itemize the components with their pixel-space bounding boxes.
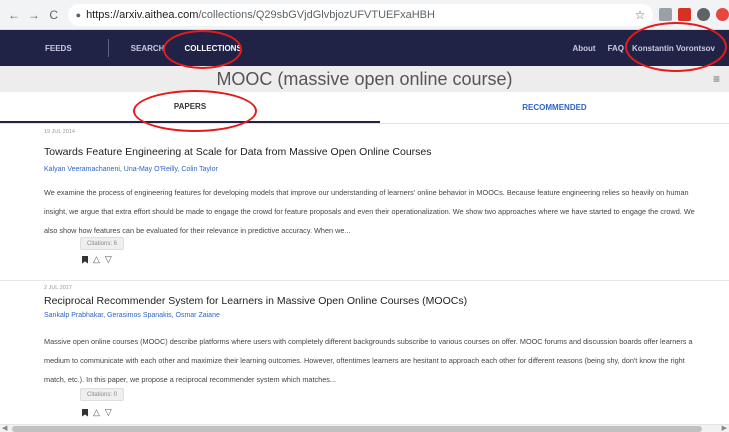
settings-sliders-icon[interactable]: ≡: [713, 72, 720, 86]
paper-abstract: We examine the process of engineering fe…: [44, 188, 695, 235]
opera-icon[interactable]: [716, 8, 729, 21]
scroll-left-icon[interactable]: ◀: [2, 424, 7, 432]
nav-divider: [107, 39, 109, 57]
extension-icon[interactable]: [659, 8, 673, 21]
address-bar[interactable]: ● https://arxiv.aithea.com/collections/Q…: [67, 3, 654, 26]
paper-abstract: Massive open online courses (MOOC) descr…: [44, 337, 693, 384]
collection-title: MOOC (massive open online course): [216, 68, 513, 89]
lock-icon: ●: [75, 9, 82, 20]
browser-toolbar: ← → C ● https://arxiv.aithea.com/collect…: [0, 0, 729, 30]
nav-search[interactable]: SEARCH: [121, 44, 175, 53]
paper-authors[interactable]: Sankalp Prabhakar, Gerasimos Spanakis, O…: [44, 312, 220, 319]
back-arrow-icon[interactable]: ←: [6, 7, 22, 23]
bookmark-icon[interactable]: [82, 408, 88, 417]
thumbs-down-icon[interactable]: ▽: [105, 255, 112, 264]
paper-title[interactable]: Towards Feature Engineering at Scale for…: [44, 146, 432, 158]
nav-collections[interactable]: COLLECTIONS: [174, 44, 251, 53]
reload-icon[interactable]: C: [46, 7, 62, 23]
url-path: /collections/Q29sbGVjdGlvbjozUFVTUEFxaHB…: [198, 8, 435, 21]
paper-actions: △ ▽: [82, 408, 112, 417]
horizontal-scrollbar[interactable]: ◀ ▶: [0, 424, 729, 432]
extension-icon[interactable]: [678, 8, 692, 21]
forward-arrow-icon[interactable]: →: [26, 7, 42, 23]
tab-recommended[interactable]: RECOMMENDED: [380, 92, 729, 123]
tab-papers[interactable]: PAPERS: [0, 92, 380, 123]
paper-date: 19 JUL 2014: [44, 129, 75, 135]
paper-authors[interactable]: Kalyan Veeramachaneni, Una-May O'Reilly,…: [44, 166, 218, 173]
bookmark-star-icon[interactable]: ☆: [635, 8, 646, 22]
paper-actions: △ ▽: [82, 255, 112, 264]
thumbs-up-icon[interactable]: △: [93, 408, 100, 417]
scrollbar-thumb[interactable]: [12, 426, 702, 432]
nav-about[interactable]: About: [572, 44, 595, 53]
collection-tabs: PAPERS RECOMMENDED: [0, 92, 729, 124]
url-host: https://arxiv.aithea.com: [86, 8, 199, 21]
bookmark-icon[interactable]: [82, 255, 88, 264]
thumbs-down-icon[interactable]: ▽: [105, 408, 112, 417]
scroll-right-icon[interactable]: ▶: [722, 424, 727, 432]
paper-date: 2 JUL 2017: [44, 285, 72, 291]
user-menu[interactable]: Konstantin Vorontsov: [632, 44, 715, 53]
nav-right: About FAQ Konstantin Vorontsov: [572, 44, 729, 53]
citations-badge: Citations: 6: [80, 237, 125, 250]
nav-faq[interactable]: FAQ: [608, 44, 624, 53]
top-navigation: FEEDS SEARCH COLLECTIONS About FAQ Konst…: [0, 30, 729, 66]
paper-title[interactable]: Reciprocal Recommender System for Learne…: [44, 295, 467, 307]
thumbs-up-icon[interactable]: △: [93, 255, 100, 264]
collection-header: MOOC (massive open online course) ≡: [0, 66, 729, 92]
citations-badge: Citations: 0: [80, 388, 125, 401]
extension-icon[interactable]: [697, 8, 711, 21]
paper-divider: [0, 280, 729, 281]
nav-feeds[interactable]: FEEDS: [35, 44, 82, 53]
